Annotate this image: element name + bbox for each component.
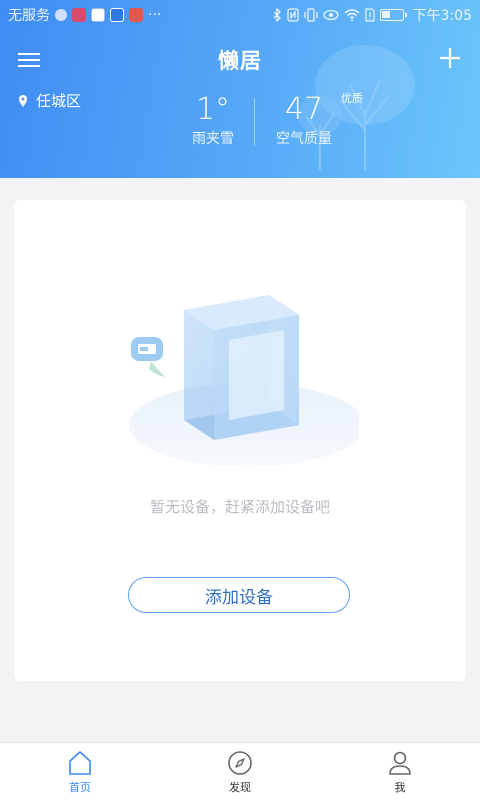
notification-music-icon <box>91 8 105 22</box>
bluetooth-icon <box>272 8 282 22</box>
home-icon <box>69 750 91 775</box>
battery-icon <box>379 9 407 21</box>
wifi-icon <box>344 9 360 21</box>
empty-box-illustration-icon <box>129 295 359 467</box>
plus-icon <box>440 48 460 68</box>
notification-book-icon <box>72 8 86 22</box>
nav-label-discover: 发现 <box>229 780 251 794</box>
carrier-text: 无服务 <box>8 8 50 24</box>
location-pin-icon <box>19 94 27 107</box>
menu-button[interactable] <box>18 50 40 70</box>
weather-divider <box>254 98 255 146</box>
weather-condition: 雨夹雪 <box>192 131 234 147</box>
notification-shop-icon <box>129 8 143 22</box>
location[interactable]: 任城区 <box>18 90 81 111</box>
bottom-nav: 首页 发现 我 <box>0 742 480 800</box>
notification-store-icon <box>110 8 124 22</box>
page-title: 懒居 <box>218 49 262 73</box>
temperature-block: 1° 雨夹雪 <box>186 92 240 148</box>
nav-item-home[interactable]: 首页 <box>40 749 120 795</box>
menu-icon-line <box>18 65 40 67</box>
location-text: 任城区 <box>36 92 82 110</box>
nav-item-me[interactable]: 我 <box>360 749 440 795</box>
sim-alert-icon <box>364 8 375 22</box>
clock-text: 下午3:05 <box>412 8 472 24</box>
weather-panel: 1° 雨夹雪 47 优质 空气质量 <box>186 92 363 148</box>
aqi-block: 47 优质 空气质量 <box>269 92 363 148</box>
eye-icon <box>322 9 339 21</box>
compass-icon <box>228 750 252 775</box>
add-device-button[interactable]: 添加设备 <box>128 577 350 613</box>
nav-item-discover[interactable]: 发现 <box>200 749 280 795</box>
person-icon <box>389 751 411 775</box>
nfc-icon <box>286 8 299 22</box>
top-bar: 懒居 <box>0 40 480 80</box>
aqi-wrap: 47 优质 <box>284 92 363 128</box>
vibrate-icon <box>303 8 318 22</box>
nav-label-home: 首页 <box>69 780 91 794</box>
menu-icon-line <box>18 59 40 61</box>
header: 无服务 ··· 下午3:05 懒居 任城区 1° 雨夹雪 47 优质 空气质量 <box>0 0 480 178</box>
temperature-value: 1° <box>195 92 231 127</box>
more-notifications-text: ··· <box>148 7 162 23</box>
add-button[interactable] <box>438 46 462 70</box>
aqi-label: 空气质量 <box>276 131 332 147</box>
menu-icon <box>18 53 40 55</box>
nav-label-me: 我 <box>394 780 406 794</box>
aqi-level-badge: 优质 <box>340 92 363 105</box>
notification-app-icon <box>55 9 67 21</box>
aqi-value: 47 <box>284 92 324 127</box>
status-bar: 无服务 ··· 下午3:05 <box>0 0 480 30</box>
device-card: 暂无设备，赶紧添加设备吧 添加设备 <box>14 200 466 681</box>
empty-state-text: 暂无设备，赶紧添加设备吧 <box>149 498 330 516</box>
